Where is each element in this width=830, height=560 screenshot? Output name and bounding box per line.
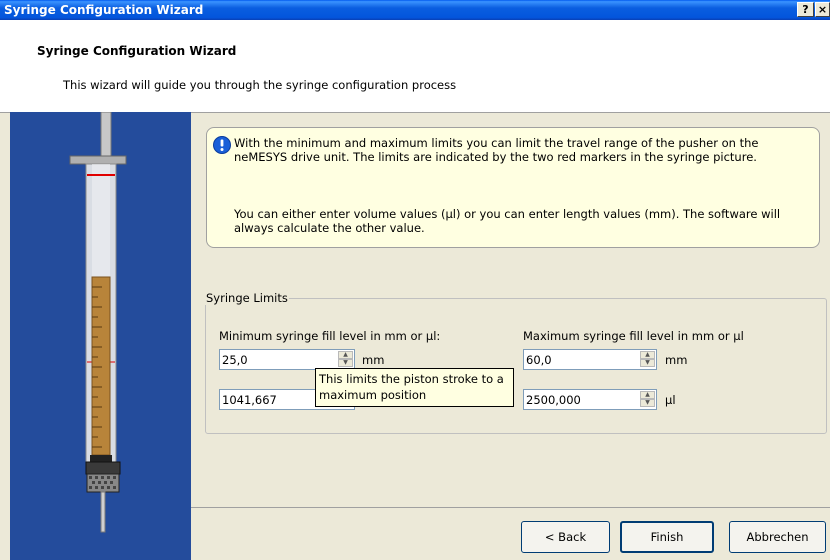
tooltip-line-1: This limits the piston stroke to a [319, 372, 504, 386]
piston-stroke-tooltip: This limits the piston stroke to a maxim… [315, 368, 514, 407]
syringe-picture-panel [10, 112, 191, 560]
close-button[interactable]: × [815, 2, 830, 17]
spin-up-icon[interactable]: ▲ [338, 351, 353, 359]
max-mm-unit: mm [665, 353, 688, 367]
max-fill-label: Maximum syringe fill level in mm or µl [523, 329, 744, 343]
spin-down-icon[interactable]: ▼ [640, 359, 655, 367]
info-text-limits: With the minimum and maximum limits you … [234, 136, 759, 164]
max-mm-spinner[interactable]: ▲ ▼ [640, 351, 655, 368]
max-ul-unit: µl [665, 393, 676, 407]
exclamation-icon [213, 136, 231, 154]
spin-down-icon[interactable]: ▼ [338, 359, 353, 367]
max-ul-input[interactable] [526, 391, 636, 408]
header-subtitle: This wizard will guide you through the s… [63, 78, 457, 92]
min-mm-field[interactable]: ▲▼ [219, 349, 355, 370]
spin-up-icon[interactable]: ▲ [640, 351, 655, 359]
back-button[interactable]: < Back [521, 521, 610, 553]
max-mm-input[interactable] [526, 351, 636, 368]
finish-button[interactable]: Finish [620, 521, 714, 553]
max-ul-spinner[interactable]: ▲ ▼ [640, 391, 655, 408]
syringe-picture [69, 112, 127, 533]
title-bar: Syringe Configuration Wizard ? × [0, 0, 830, 20]
tooltip-line-2: maximum position [319, 388, 427, 402]
min-fill-label: Minimum syringe fill level in mm or µl: [219, 329, 441, 343]
wizard-header: Syringe Configuration Wizard This wizard… [0, 20, 830, 113]
header-title: Syringe Configuration Wizard [37, 44, 237, 58]
min-mm-input[interactable] [222, 351, 332, 368]
max-mm-field[interactable]: ▲▼ [523, 349, 657, 370]
footer-divider [191, 507, 830, 508]
window-title: Syringe Configuration Wizard [4, 3, 204, 17]
cancel-button[interactable]: Abbrechen [729, 521, 826, 553]
info-text-units: You can either enter volume values (µl) … [234, 207, 781, 235]
max-ul-field[interactable]: ▲▼ [523, 389, 657, 410]
info-box: With the minimum and maximum limits you … [206, 127, 820, 248]
min-mm-unit: mm [362, 353, 385, 367]
spin-down-icon[interactable]: ▼ [640, 399, 655, 407]
syringe-limits-label: Syringe Limits [205, 291, 289, 305]
min-mm-spinner[interactable]: ▲ ▼ [338, 351, 353, 368]
help-button[interactable]: ? [797, 2, 814, 17]
spin-up-icon[interactable]: ▲ [640, 391, 655, 399]
